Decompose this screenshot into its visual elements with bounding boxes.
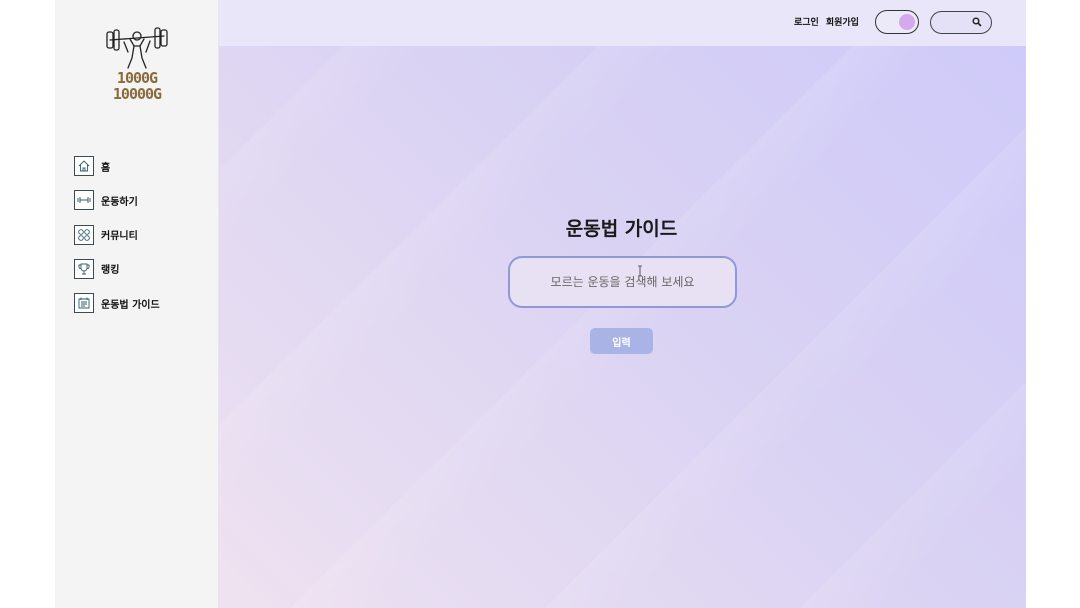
signup-link[interactable]: 회원가입 xyxy=(826,15,859,28)
main-content: 로그인 회원가입 운동법 가이드 입력 xyxy=(219,0,1026,608)
auth-links: 로그인 회원가입 xyxy=(794,15,859,28)
sidebar-nav: 홈 운동하기 커뮤니티 랭킹 운동법 가이드 xyxy=(74,155,160,326)
sidebar-item-workout[interactable]: 운동하기 xyxy=(74,189,160,211)
search-icon xyxy=(972,17,982,27)
sidebar-item-label: 랭킹 xyxy=(101,265,120,277)
app-window: 1000G 10000G 홈 운동하기 커뮤니티 랭킹 운동법 가이드 로그인 … xyxy=(55,0,1026,608)
dumbbell-icon xyxy=(74,190,94,211)
sidebar: 1000G 10000G 홈 운동하기 커뮤니티 랭킹 운동법 가이드 xyxy=(55,0,219,608)
page-title: 운동법 가이드 xyxy=(565,218,678,240)
search-button[interactable] xyxy=(930,11,992,34)
exercise-search-input[interactable] xyxy=(508,256,737,308)
login-link[interactable]: 로그인 xyxy=(794,15,819,28)
trophy-icon xyxy=(74,258,94,279)
toggle-knob xyxy=(899,13,915,30)
logo-weightlifter-icon xyxy=(106,27,168,69)
sidebar-item-ranking[interactable]: 랭킹 xyxy=(74,258,160,280)
sidebar-item-label: 운동법 가이드 xyxy=(101,299,160,311)
sidebar-item-label: 홈 xyxy=(101,162,111,174)
sidebar-item-label: 운동하기 xyxy=(101,196,138,208)
sidebar-item-home[interactable]: 홈 xyxy=(74,155,160,177)
submit-button[interactable]: 입력 xyxy=(590,328,653,354)
sidebar-item-label: 커뮤니티 xyxy=(101,231,138,243)
home-icon xyxy=(74,156,94,176)
theme-toggle[interactable] xyxy=(875,10,919,34)
logo[interactable]: 1000G 10000G xyxy=(101,24,173,112)
logo-text-line2: 10000G xyxy=(112,85,162,103)
text-cursor-icon xyxy=(638,265,642,277)
community-icon xyxy=(74,224,94,245)
guide-icon xyxy=(74,293,94,314)
logo-text-line1: 1000G xyxy=(116,69,158,87)
sidebar-item-guide[interactable]: 운동법 가이드 xyxy=(74,292,160,314)
top-header: 로그인 회원가입 xyxy=(219,0,1026,46)
sidebar-item-community[interactable]: 커뮤니티 xyxy=(74,224,160,246)
